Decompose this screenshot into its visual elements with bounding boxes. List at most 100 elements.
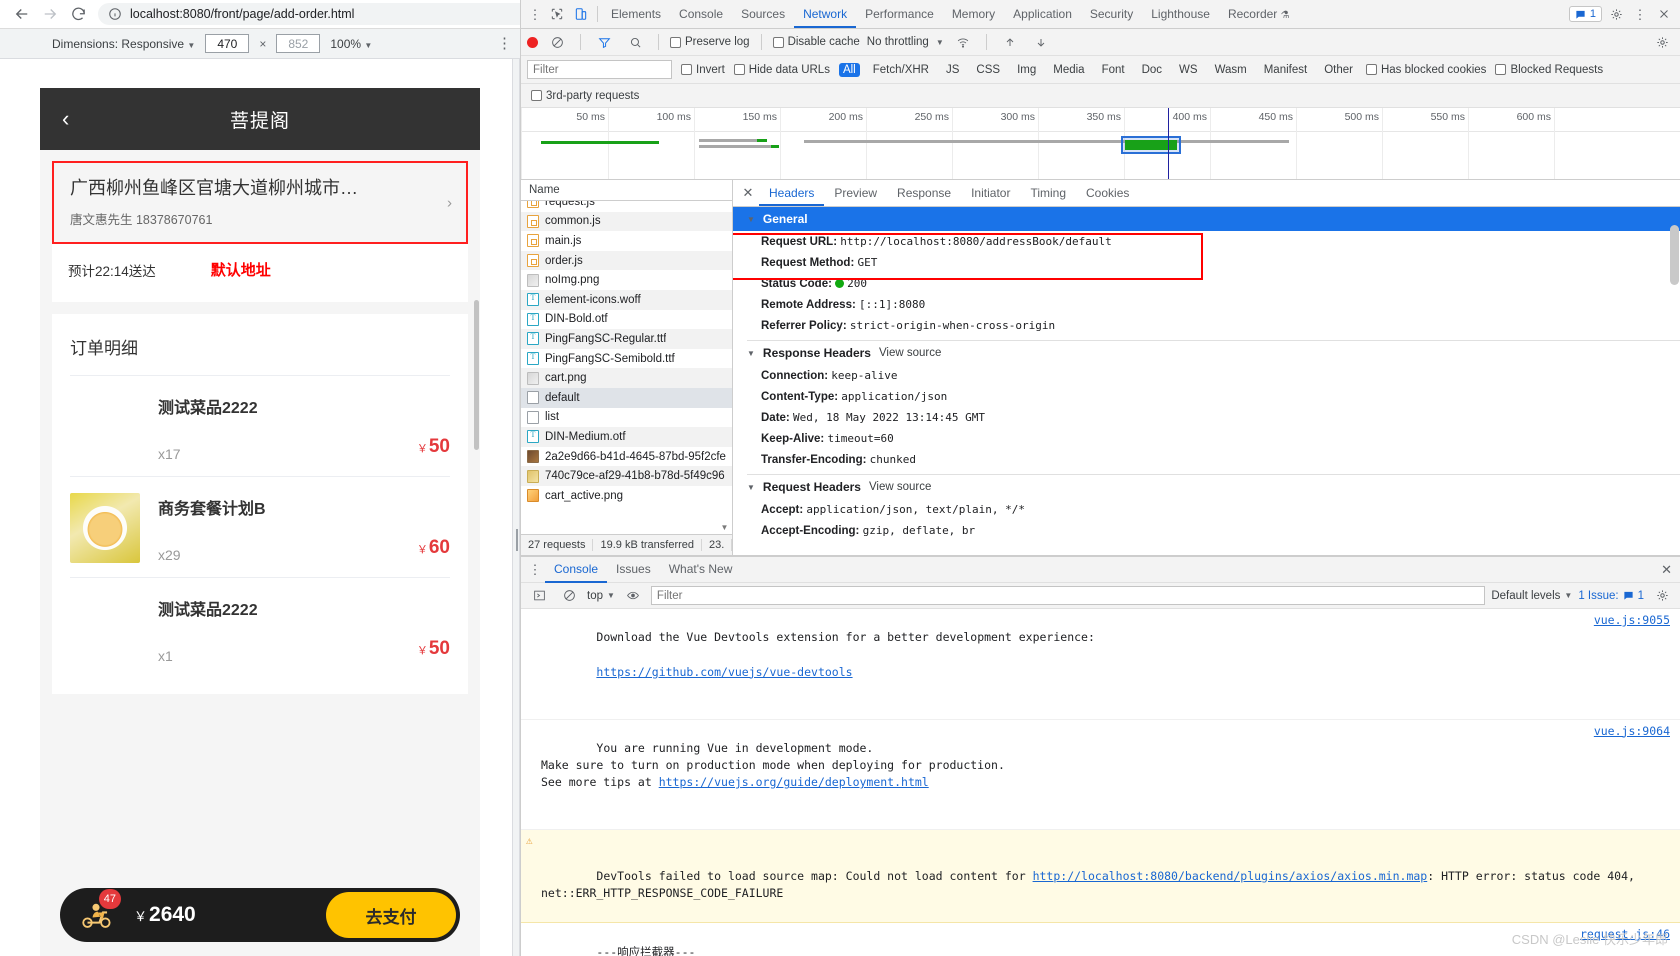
close-icon[interactable] xyxy=(1652,2,1676,26)
log-levels-dropdown[interactable]: Default levels ▼ xyxy=(1491,590,1572,602)
detail-tab-timing[interactable]: Timing xyxy=(1020,180,1076,206)
search-icon[interactable] xyxy=(623,30,647,54)
live-expression-icon[interactable] xyxy=(621,584,645,608)
view-source-link[interactable]: View source xyxy=(879,347,941,359)
chevron-down-icon[interactable]: ▼ xyxy=(936,38,944,47)
tab-memory[interactable]: Memory xyxy=(943,1,1004,28)
network-settings-gear-icon[interactable] xyxy=(1650,30,1674,54)
viewport-devtools-splitter[interactable] xyxy=(512,59,520,956)
drawer-tab-issues[interactable]: Issues xyxy=(607,556,660,583)
table-row[interactable]: DIN-Medium.otf xyxy=(521,427,732,447)
has-blocked-cookies-checkbox[interactable]: Has blocked cookies xyxy=(1365,64,1486,76)
invert-checkbox[interactable]: Invert xyxy=(681,64,725,76)
export-har-icon[interactable] xyxy=(1029,30,1053,54)
type-filter-js[interactable]: JS xyxy=(942,63,963,77)
detail-tab-initiator[interactable]: Initiator xyxy=(961,180,1020,206)
network-filter-input[interactable] xyxy=(527,60,672,79)
tab-security[interactable]: Security xyxy=(1081,1,1142,28)
request-list-header[interactable]: Name xyxy=(521,180,732,201)
import-har-icon[interactable] xyxy=(998,30,1022,54)
request-rows[interactable]: request.js common.js main.js order.js no… xyxy=(521,201,732,534)
console-messages[interactable]: Download the Vue Devtools extension for … xyxy=(521,609,1680,956)
dimensions-dropdown[interactable]: Dimensions: Responsive ▼ xyxy=(52,37,195,51)
issues-badge[interactable]: 1 Issue: 1 xyxy=(1578,590,1644,602)
clear-console-icon[interactable] xyxy=(557,584,581,608)
network-conditions-icon[interactable] xyxy=(951,30,975,54)
console-filter-input[interactable] xyxy=(650,586,1486,605)
address-card[interactable]: 广西柳州鱼峰区官塘大道柳州城市… 唐文惠先生 18378670761 › xyxy=(52,161,468,245)
detail-tab-headers[interactable]: Headers xyxy=(759,180,825,206)
tab-sources[interactable]: Sources xyxy=(732,1,794,28)
device-toolbar-more-button[interactable]: ⋮ xyxy=(497,36,512,51)
tab-application[interactable]: Application xyxy=(1004,1,1081,28)
console-link[interactable]: https://github.com/vuejs/vue-devtools xyxy=(596,665,852,679)
third-party-requests-checkbox[interactable]: 3rd-party requests xyxy=(531,90,639,102)
back-button[interactable] xyxy=(8,0,36,28)
table-row[interactable]: PingFangSC-Semibold.ttf xyxy=(521,349,732,369)
drawer-tab-whats-new[interactable]: What's New xyxy=(660,556,742,583)
table-row[interactable]: list xyxy=(521,408,732,428)
detail-tab-response[interactable]: Response xyxy=(887,180,961,206)
table-row[interactable]: request.js xyxy=(521,201,732,212)
type-filter-manifest[interactable]: Manifest xyxy=(1260,63,1311,77)
scroll-up-arrow[interactable]: ▲ xyxy=(719,201,730,204)
zoom-dropdown[interactable]: 100% ▼ xyxy=(330,37,372,51)
page-scrollbar[interactable] xyxy=(474,300,479,450)
device-toggle-icon[interactable] xyxy=(569,2,593,26)
table-row[interactable]: cart.png xyxy=(521,368,732,388)
detail-tab-cookies[interactable]: Cookies xyxy=(1076,180,1139,206)
tab-recorder[interactable]: Recorder ⚗ xyxy=(1219,1,1299,28)
type-filter-font[interactable]: Font xyxy=(1098,63,1129,77)
table-row[interactable]: PingFangSC-Regular.ttf xyxy=(521,329,732,349)
scroll-down-arrow[interactable]: ▼ xyxy=(719,522,730,533)
timeline-selection[interactable] xyxy=(1121,136,1181,154)
type-filter-all[interactable]: All xyxy=(838,62,860,77)
preserve-log-checkbox[interactable]: Preserve log xyxy=(670,36,750,48)
table-row[interactable]: 740c79ce-af29-41b8-b78d-5f49c96 xyxy=(521,466,732,486)
table-row[interactable]: common.js xyxy=(521,211,732,232)
clear-icon[interactable] xyxy=(545,30,569,54)
type-filter-css[interactable]: CSS xyxy=(972,63,1004,77)
drawer-more-tabs-button[interactable]: ⋮ xyxy=(525,563,545,576)
console-link[interactable]: https://vuejs.org/guide/deployment.html xyxy=(659,775,929,789)
app-back-icon[interactable]: ‹ xyxy=(62,108,69,130)
record-button[interactable] xyxy=(527,36,538,48)
type-filter-other[interactable]: Other xyxy=(1320,63,1357,77)
console-source-link[interactable]: vue.js:9055 xyxy=(1594,612,1670,629)
blocked-requests-checkbox[interactable]: Blocked Requests xyxy=(1495,64,1603,76)
type-filter-fetch-xhr[interactable]: Fetch/XHR xyxy=(869,63,933,77)
gear-icon[interactable] xyxy=(1604,2,1628,26)
tab-network[interactable]: Network xyxy=(794,1,857,28)
filter-funnel-icon[interactable] xyxy=(592,30,616,54)
table-row-selected[interactable]: default xyxy=(521,387,732,408)
response-headers-section[interactable]: ▼ Response Headers View source xyxy=(733,341,1680,365)
detail-scrollbar[interactable] xyxy=(1670,209,1679,553)
console-link[interactable]: http://localhost:8080/backend/plugins/ax… xyxy=(1033,869,1428,883)
pay-button[interactable]: 去支付 xyxy=(326,892,456,938)
console-source-link[interactable]: vue.js:9064 xyxy=(1594,723,1670,740)
table-row[interactable]: main.js xyxy=(521,231,732,251)
inspect-element-icon[interactable] xyxy=(545,2,569,26)
throttling-dropdown[interactable]: No throttling xyxy=(867,36,929,48)
type-filter-img[interactable]: Img xyxy=(1013,63,1040,77)
device-width-input[interactable] xyxy=(205,34,250,53)
table-row[interactable]: order.js xyxy=(521,250,732,271)
devtools-menu-button[interactable]: ⋮ xyxy=(1630,8,1650,21)
context-dropdown[interactable]: top ▼ xyxy=(587,590,615,602)
table-row[interactable]: element-icons.woff xyxy=(521,289,732,310)
request-headers-section[interactable]: ▼ Request Headers View source xyxy=(733,475,1680,499)
scrollbar-thumb[interactable] xyxy=(1670,225,1679,285)
general-section-header[interactable]: ▼ General xyxy=(733,207,1680,231)
type-filter-doc[interactable]: Doc xyxy=(1138,63,1166,77)
type-filter-ws[interactable]: WS xyxy=(1175,63,1202,77)
network-overview-timeline[interactable]: 50 ms 100 ms 150 ms 200 ms 250 ms 300 ms… xyxy=(521,108,1680,180)
forward-button[interactable] xyxy=(36,0,64,28)
reload-button[interactable] xyxy=(64,0,92,28)
type-filter-wasm[interactable]: Wasm xyxy=(1211,63,1251,77)
device-height-input[interactable] xyxy=(276,34,321,53)
close-icon[interactable]: ✕ xyxy=(737,185,759,201)
tab-elements[interactable]: Elements xyxy=(602,1,670,28)
message-count-badge[interactable]: 1 xyxy=(1568,6,1602,22)
table-row[interactable]: DIN-Bold.otf xyxy=(521,310,732,330)
delivery-scooter-icon[interactable]: 47 xyxy=(72,889,121,939)
